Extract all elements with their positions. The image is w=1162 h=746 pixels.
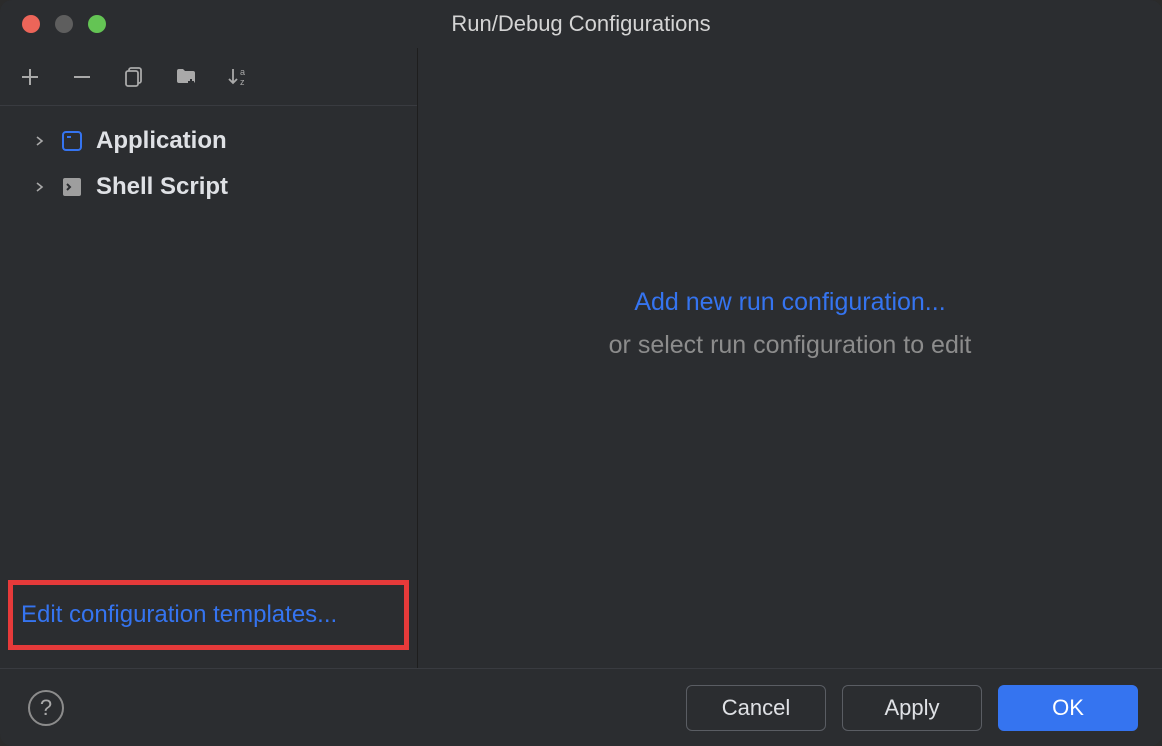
folder-add-icon (174, 65, 198, 89)
minimize-window-button[interactable] (55, 15, 73, 33)
remove-configuration-button[interactable] (68, 63, 96, 91)
application-icon (60, 129, 84, 153)
copy-icon (122, 65, 146, 89)
highlight-box: Edit configuration templates... (8, 580, 409, 650)
dialog-footer: ? Cancel Apply OK (0, 668, 1162, 746)
ok-button[interactable]: OK (998, 685, 1138, 731)
sidebar-footer: Edit configuration templates... (0, 580, 417, 668)
tree-item-label: Application (96, 127, 227, 155)
chevron-right-icon (30, 132, 48, 150)
close-window-button[interactable] (22, 15, 40, 33)
edit-templates-link[interactable]: Edit configuration templates... (21, 601, 337, 628)
tree-item-application[interactable]: Application (0, 118, 417, 164)
cancel-button[interactable]: Cancel (686, 685, 826, 731)
tree-item-shell-script[interactable]: Shell Script (0, 164, 417, 210)
window-title: Run/Debug Configurations (451, 11, 710, 37)
select-hint-text: or select run configuration to edit (609, 331, 972, 360)
titlebar: Run/Debug Configurations (0, 0, 1162, 48)
sidebar: az Application (0, 48, 418, 668)
tree-item-label: Shell Script (96, 173, 228, 201)
plus-icon (18, 65, 42, 89)
add-new-configuration-link[interactable]: Add new run configuration... (634, 288, 945, 317)
dialog-window: Run/Debug Configurations az (0, 0, 1162, 746)
chevron-right-icon (30, 178, 48, 196)
svg-text:a: a (240, 67, 245, 77)
dialog-content: az Application (0, 48, 1162, 668)
help-button[interactable]: ? (28, 690, 64, 726)
add-configuration-button[interactable] (16, 63, 44, 91)
create-folder-button[interactable] (172, 63, 200, 91)
apply-button[interactable]: Apply (842, 685, 982, 731)
copy-configuration-button[interactable] (120, 63, 148, 91)
window-controls (0, 15, 106, 33)
main-panel: Add new run configuration... or select r… (418, 48, 1162, 668)
sort-az-icon: az (226, 65, 250, 89)
sidebar-toolbar: az (0, 48, 417, 106)
minus-icon (70, 65, 94, 89)
maximize-window-button[interactable] (88, 15, 106, 33)
configuration-tree: Application Shell Script (0, 106, 417, 580)
svg-text:z: z (240, 77, 245, 87)
shell-script-icon (60, 175, 84, 199)
sort-button[interactable]: az (224, 63, 252, 91)
